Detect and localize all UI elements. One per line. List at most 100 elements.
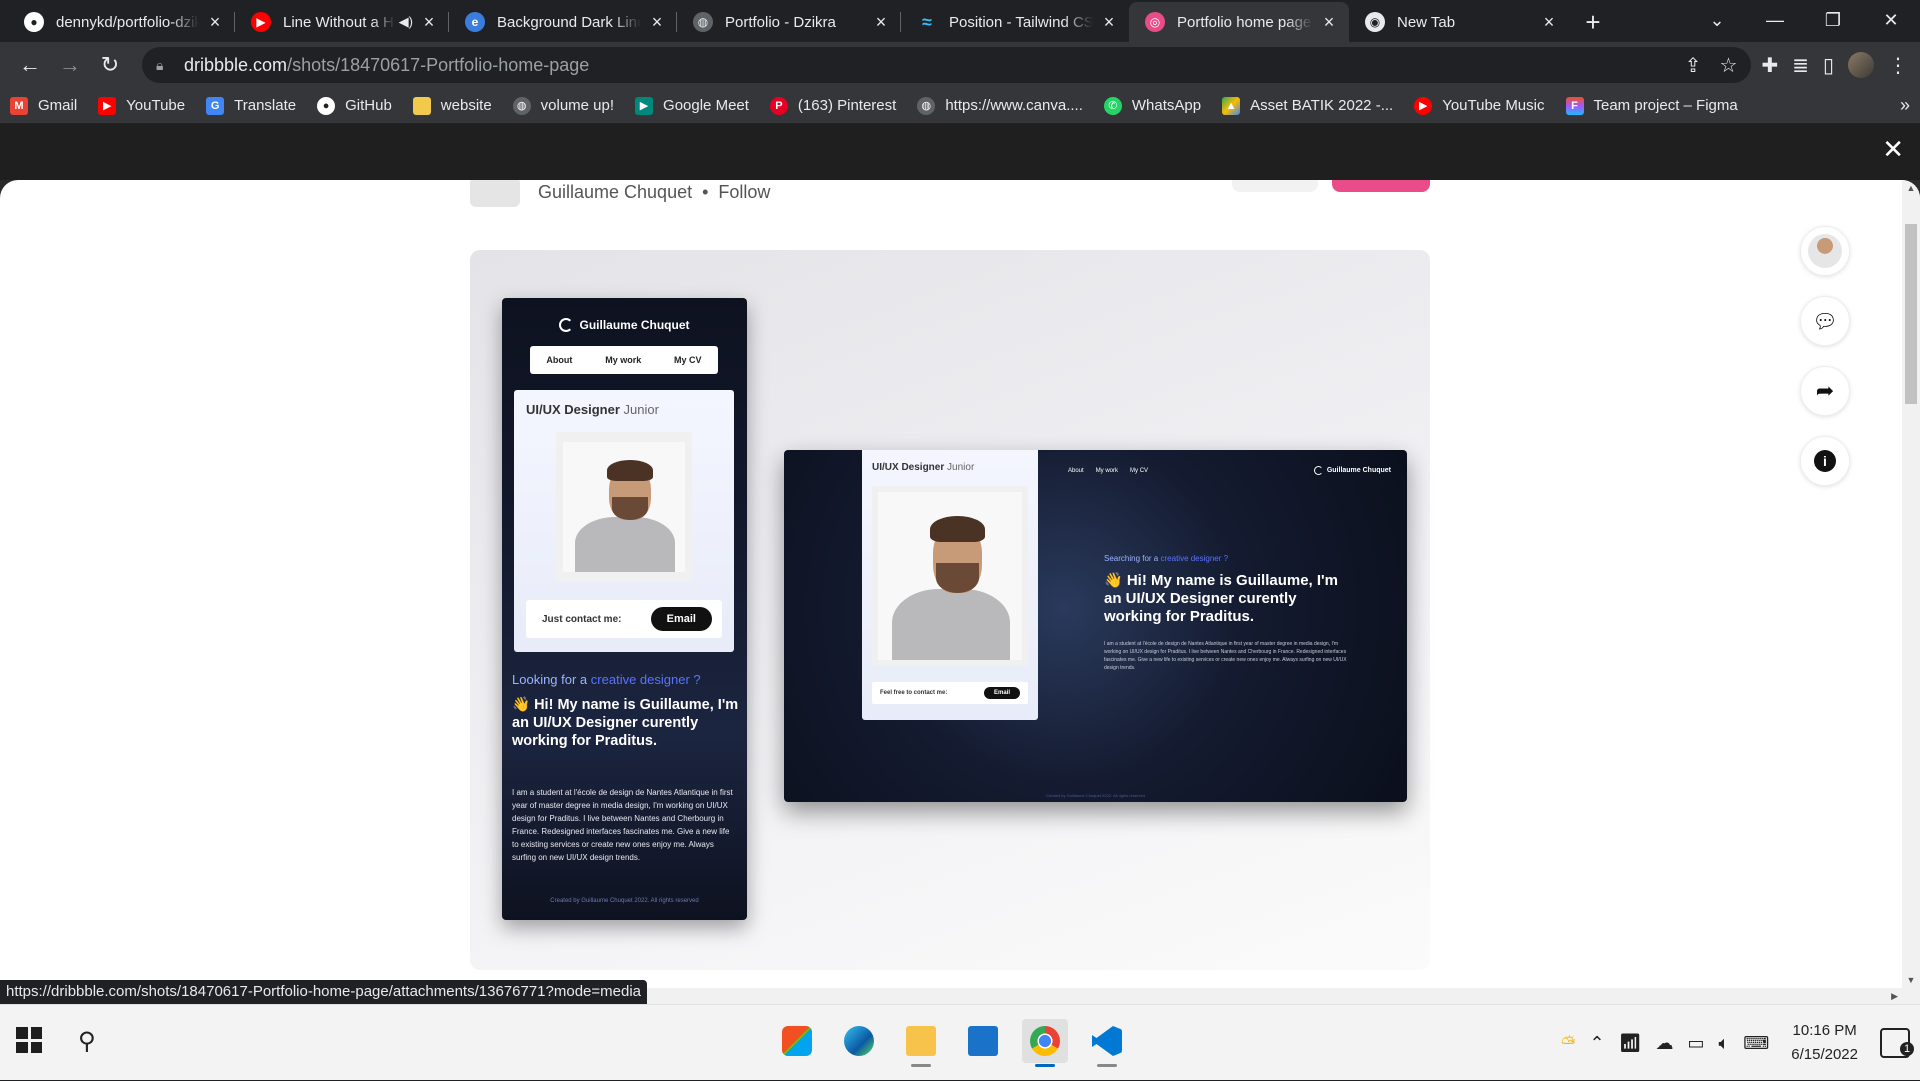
tab-github[interactable]: ● dennykd/portfolio-dzikra × xyxy=(8,2,235,42)
extensions-icon[interactable]: ✚ xyxy=(1761,53,1778,78)
close-icon[interactable]: × xyxy=(647,12,667,32)
search-icon[interactable]: ⚲ xyxy=(78,1027,96,1056)
explorer-app[interactable] xyxy=(898,1019,944,1067)
like-button[interactable] xyxy=(1332,180,1430,192)
headline: 👋 Hi! My name is Guillaume, I'm an UI/UX… xyxy=(1104,572,1338,625)
author-name[interactable]: Guillaume Chuquet xyxy=(538,182,692,203)
bookmark-youtube-music[interactable]: ▶ YouTube Music xyxy=(1414,96,1545,115)
bookmark-asset-batik[interactable]: ▲ Asset BATIK 2022 -... xyxy=(1222,96,1393,115)
lock-icon[interactable]: 🔒︎ xyxy=(156,57,172,73)
vertical-scrollbar[interactable]: ▲ ▼ xyxy=(1902,180,1920,1004)
forward-icon[interactable]: → xyxy=(52,47,88,83)
translate-icon: G xyxy=(206,96,225,115)
reload-icon[interactable]: ↻ xyxy=(92,47,128,83)
desktop-mockup: UI/UX Designer Junior Feel free to conta… xyxy=(784,450,1407,802)
close-icon[interactable]: × xyxy=(205,12,225,32)
notification-count: 1 xyxy=(1900,1042,1914,1056)
close-icon[interactable]: × xyxy=(1099,12,1119,32)
volume-icon[interactable]: 🔈︎ xyxy=(1718,1033,1729,1054)
profile-photo xyxy=(872,486,1028,666)
close-icon[interactable]: × xyxy=(1539,12,1559,32)
contact-bar: Feel free to contact me: Email xyxy=(872,682,1028,704)
bookmark-gmail[interactable]: M Gmail xyxy=(10,96,77,115)
back-icon[interactable]: ← xyxy=(12,47,48,83)
new-tab-button[interactable]: + xyxy=(1575,4,1611,40)
tab-youtube[interactable]: ▶ Line Without a Ho ◀) × xyxy=(235,2,449,42)
close-icon[interactable]: × xyxy=(871,12,891,32)
restore-button[interactable]: ❐ xyxy=(1804,0,1862,40)
scroll-up-icon[interactable]: ▲ xyxy=(1902,180,1920,196)
tab-search-icon[interactable]: ⌄ xyxy=(1688,0,1746,40)
weather-icon[interactable]: ⛅︎ xyxy=(1561,1033,1575,1054)
comment-button[interactable]: 💬︎ xyxy=(1800,296,1850,346)
vscode-icon xyxy=(1092,1026,1122,1056)
bookmark-figma[interactable]: F Team project – Figma xyxy=(1565,96,1738,115)
close-overlay-icon[interactable]: ✕ xyxy=(1882,134,1904,165)
start-button[interactable] xyxy=(16,1027,42,1053)
desktop-nav: About My work My CV xyxy=(1068,468,1148,474)
share-page-icon[interactable]: ⇪ xyxy=(1685,53,1702,78)
menu-icon[interactable]: ⋮ xyxy=(1888,53,1908,78)
side-panel-icon[interactable]: ▯ xyxy=(1823,53,1834,78)
minimize-button[interactable]: — xyxy=(1746,0,1804,40)
bookmark-volume-up[interactable]: ◍ volume up! xyxy=(512,96,614,115)
scroll-down-icon[interactable]: ▼ xyxy=(1902,972,1920,988)
author-avatar[interactable] xyxy=(470,180,520,207)
store-app[interactable] xyxy=(774,1019,820,1063)
onedrive-icon[interactable]: ☁︎ xyxy=(1655,1033,1673,1054)
bookmarks-bar: M Gmail ▶ YouTube G Translate ● GitHub websi… xyxy=(0,88,1920,124)
bookmark-whatsapp[interactable]: ✆ WhatsApp xyxy=(1103,96,1201,115)
share-button[interactable]: ➦ xyxy=(1800,366,1850,416)
keyboard-icon[interactable]: ⌨︎ xyxy=(1743,1033,1769,1054)
omnibox-actions: ⇪ ☆ xyxy=(1685,53,1738,78)
tab-new-tab[interactable]: ◉ New Tab × xyxy=(1349,2,1569,42)
tab-background[interactable]: e Background Dark Lines × xyxy=(449,2,677,42)
close-icon[interactable]: × xyxy=(419,12,439,32)
close-icon[interactable]: × xyxy=(1319,12,1339,32)
battery-icon[interactable]: ▭ xyxy=(1687,1033,1704,1054)
speaker-icon[interactable]: ◀) xyxy=(399,14,413,30)
address-bar[interactable]: 🔒︎ dribbble.com/shots/18470617-Portfolio… xyxy=(142,47,1752,83)
profile-avatar[interactable] xyxy=(1848,52,1874,78)
clock[interactable]: 10:16 PM 6/15/2022 xyxy=(1791,1019,1858,1067)
nav-my-cv: My CV xyxy=(1130,468,1149,474)
profile-card: UI/UX Designer Junior Just contact me: E… xyxy=(514,390,734,652)
nav-my-work: My work xyxy=(1095,468,1119,474)
bookmark-youtube[interactable]: ▶ YouTube xyxy=(98,96,185,115)
edge-app[interactable] xyxy=(836,1019,882,1063)
scroll-thumb[interactable] xyxy=(1905,224,1917,404)
media-icon[interactable]: ≣ xyxy=(1792,53,1809,78)
chevron-up-icon[interactable]: ⌃ xyxy=(1590,1033,1605,1054)
tab-title: Background Dark Lines xyxy=(497,13,641,31)
bookmark-google-meet[interactable]: ▶ Google Meet xyxy=(635,96,749,115)
tab-portfolio-dzikra[interactable]: ◍ Portfolio - Dzikra × xyxy=(677,2,901,42)
bookmark-github[interactable]: ● GitHub xyxy=(317,96,392,115)
bookmark-translate[interactable]: G Translate xyxy=(206,96,296,115)
tab-tailwind[interactable]: ≈ Position - Tailwind CSS × xyxy=(901,2,1129,42)
follow-link[interactable]: Follow xyxy=(718,182,770,203)
designer-avatar-button[interactable] xyxy=(1800,226,1850,276)
info-icon: i xyxy=(1814,450,1836,472)
bookmarks-overflow-icon[interactable]: » xyxy=(1900,95,1910,116)
footer-text: Created by Guillaume Chuquet 2022. All r… xyxy=(1046,793,1145,798)
chrome-app[interactable] xyxy=(1022,1019,1068,1067)
globe-icon: ◍ xyxy=(512,96,531,115)
network-icon[interactable]: 📶︎ xyxy=(1619,1033,1642,1054)
nav-my-work: My work xyxy=(605,355,642,365)
scroll-right-icon[interactable]: ▶ xyxy=(1891,988,1898,1004)
bio-paragraph: I am a student at l'école de design de N… xyxy=(512,788,733,862)
gmail-icon: M xyxy=(10,96,28,115)
info-button[interactable]: i xyxy=(1800,436,1850,486)
bookmark-canva[interactable]: ◍ https://www.canva.... xyxy=(917,96,1083,115)
mail-app[interactable] xyxy=(960,1019,1006,1063)
close-window-button[interactable]: ✕ xyxy=(1862,0,1920,40)
save-button[interactable] xyxy=(1232,180,1318,192)
notification-icon[interactable]: 1 xyxy=(1880,1028,1914,1058)
tab-dribbble[interactable]: ◎ Portfolio home page by Guillaume × xyxy=(1129,2,1349,42)
bookmark-pinterest[interactable]: P (163) Pinterest xyxy=(769,96,896,115)
bookmark-website[interactable]: website xyxy=(412,96,492,115)
vscode-app[interactable] xyxy=(1084,1019,1130,1067)
bookmark-star-icon[interactable]: ☆ xyxy=(1720,53,1738,78)
shot-image[interactable]: Guillaume Chuquet About My work My CV UI… xyxy=(470,250,1430,970)
url-text: dribbble.com/shots/18470617-Portfolio-ho… xyxy=(184,54,590,75)
